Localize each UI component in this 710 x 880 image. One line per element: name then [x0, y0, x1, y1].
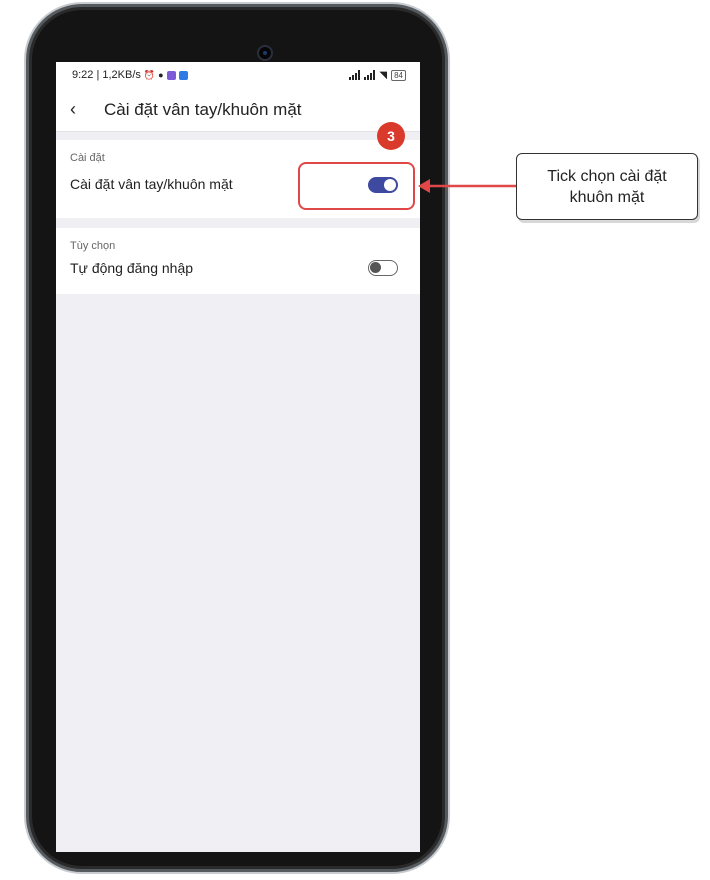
signal-icon — [349, 70, 361, 80]
options-section: Tùy chọn Tự động đăng nhập — [56, 228, 420, 294]
bear-icon: ● — [158, 70, 164, 80]
status-time: 9:22 | 1,2KB/s — [72, 69, 141, 81]
alarm-icon: ⏰ — [143, 69, 156, 80]
back-arrow-icon[interactable]: ‹ — [70, 99, 92, 120]
auto-login-label: Tự động đăng nhập — [70, 260, 194, 276]
step-number-badge: 3 — [377, 122, 405, 150]
highlight-box — [298, 162, 415, 210]
biometric-setting-label: Cài đặt vân tay/khuôn mặt — [70, 176, 233, 192]
battery-icon: 84 — [391, 69, 406, 81]
page-title: Cài đặt vân tay/khuôn mặt — [104, 99, 302, 119]
wifi-icon: ◥ — [379, 69, 388, 81]
toggle-knob — [370, 262, 381, 273]
pointer-arrow-icon — [418, 179, 516, 193]
section-header: Tùy chọn — [70, 240, 116, 252]
callout-box: Tick chọn cài đặt khuôn mặt — [516, 153, 698, 220]
viber-icon — [166, 70, 176, 80]
status-bar: 9:22 | 1,2KB/s ⏰ ● ◥ 84 — [56, 62, 420, 88]
messenger-icon — [178, 70, 188, 80]
section-header: Cài đặt — [70, 152, 105, 164]
auto-login-toggle[interactable] — [368, 260, 398, 276]
callout-text: Tick chọn cài đặt khuôn mặt — [547, 167, 667, 206]
signal-icon — [364, 70, 376, 80]
front-camera-icon — [257, 45, 273, 61]
tutorial-stage: 9:22 | 1,2KB/s ⏰ ● ◥ 84 ‹ Cài đặt vân ta… — [0, 0, 710, 880]
app-bar: ‹ Cài đặt vân tay/khuôn mặt — [56, 88, 420, 132]
